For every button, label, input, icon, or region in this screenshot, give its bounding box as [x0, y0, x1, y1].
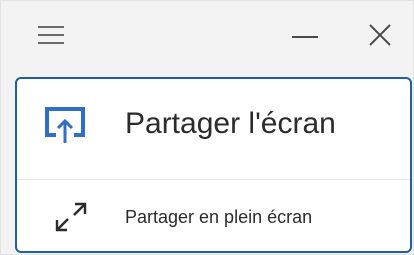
minimize-icon	[292, 36, 318, 38]
hamburger-menu-icon	[38, 26, 64, 44]
title-bar	[1, 1, 414, 71]
menu-button[interactable]	[29, 13, 73, 57]
share-fullscreen-label: Partager en plein écran	[125, 207, 313, 227]
minimize-button[interactable]	[283, 13, 327, 57]
close-icon	[369, 24, 391, 46]
share-options-panel: Partager l'écran Partager en plein écran	[15, 77, 412, 253]
app-window: Partager l'écran Partager en plein écran	[0, 0, 414, 255]
share-screen-option[interactable]: Partager l'écran	[17, 79, 410, 179]
cast-screen-icon	[45, 107, 85, 143]
expand-arrows-icon	[55, 202, 87, 232]
share-screen-label: Partager l'écran	[125, 107, 336, 140]
share-fullscreen-option[interactable]: Partager en plein écran	[17, 180, 410, 251]
close-button[interactable]	[358, 13, 402, 57]
